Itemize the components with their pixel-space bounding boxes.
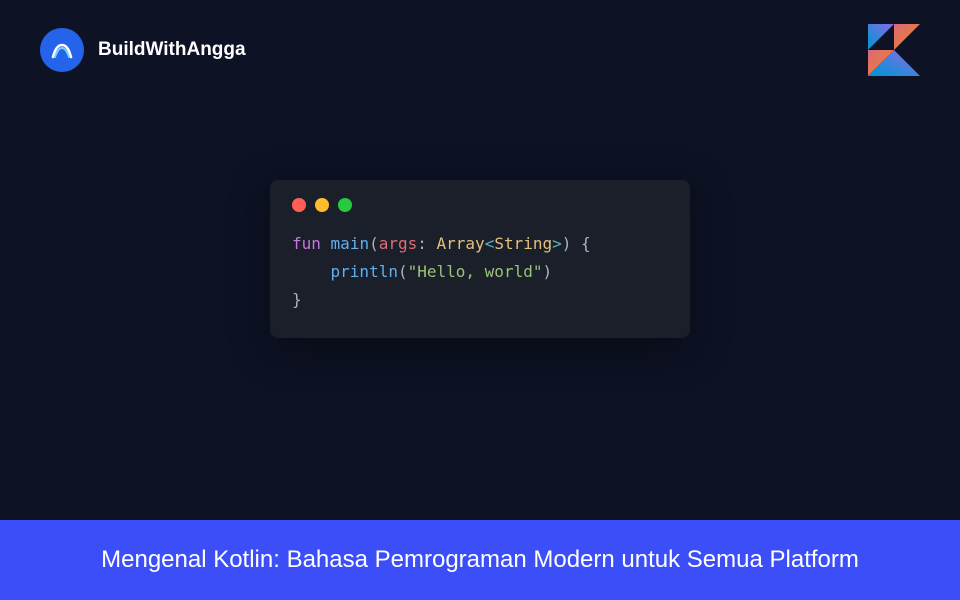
code-angle: < [485,234,495,253]
code-angle: > [552,234,562,253]
code-indent [292,262,331,281]
brand: BuildWithAngga [40,28,246,72]
code-string: "Hello, world" [408,262,543,281]
code-keyword: fun [292,234,321,253]
code-punct: ) [562,234,572,253]
code-brace: } [292,290,302,309]
code-content: fun main(args: Array<String>) { println(… [292,230,668,314]
code-generic: String [494,234,552,253]
header: BuildWithAngga [0,0,960,100]
brand-name: BuildWithAngga [98,39,246,61]
article-title: Mengenal Kotlin: Bahasa Pemrograman Mode… [101,546,859,574]
minimize-icon [315,198,329,212]
code-punct: : [417,234,436,253]
code-punct: ( [398,262,408,281]
code-brace: { [571,234,590,253]
code-function: println [331,262,398,281]
maximize-icon [338,198,352,212]
code-type: Array [437,234,485,253]
code-punct: ( [369,234,379,253]
code-param: args [379,234,418,253]
code-window: fun main(args: Array<String>) { println(… [270,180,690,338]
window-controls [292,198,668,212]
kotlin-logo-icon [868,24,920,76]
close-icon [292,198,306,212]
footer-banner: Mengenal Kotlin: Bahasa Pemrograman Mode… [0,520,960,600]
brand-logo-icon [40,28,84,72]
code-function: main [331,234,370,253]
code-punct: ) [542,262,552,281]
